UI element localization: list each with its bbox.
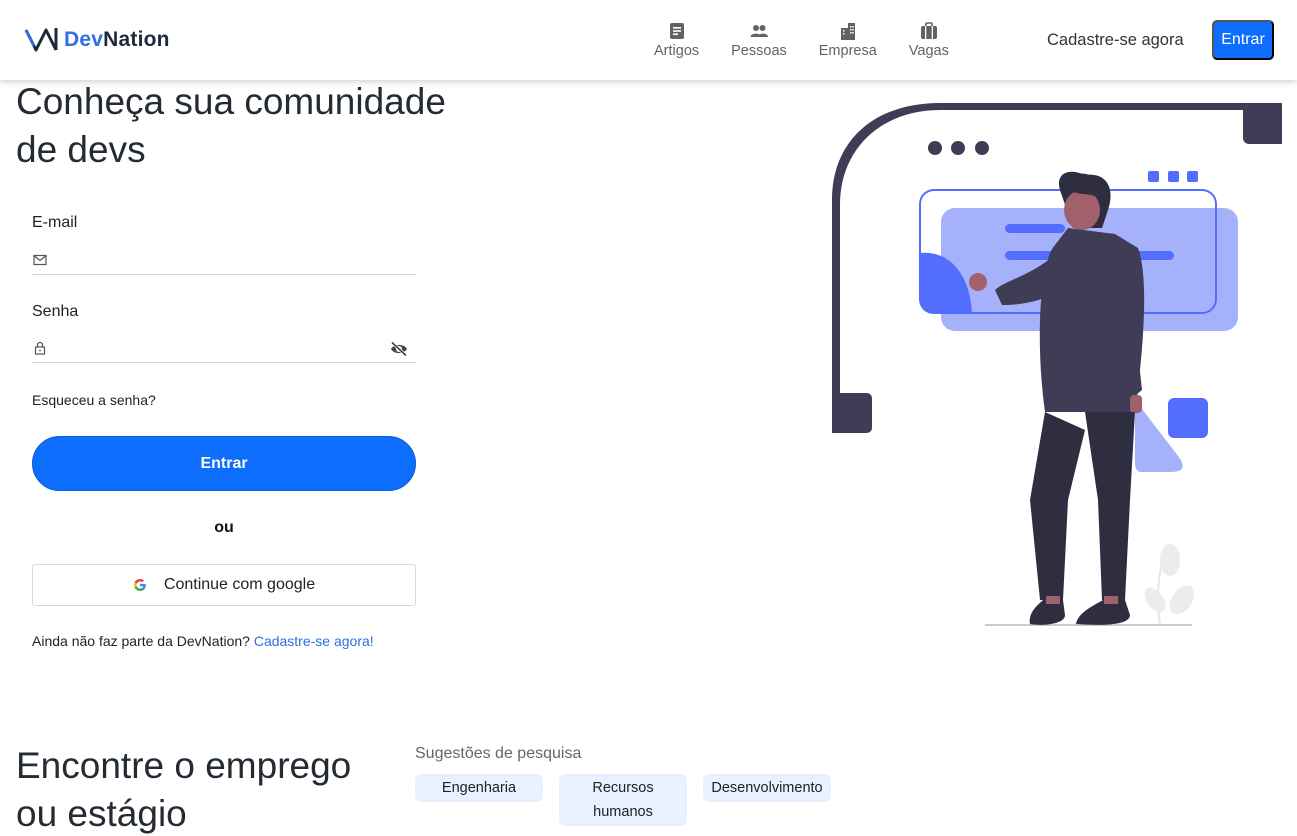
google-signin-button[interactable]: Continue com google bbox=[32, 564, 416, 606]
logo-text: DevNation bbox=[64, 28, 170, 52]
email-input[interactable] bbox=[56, 249, 396, 271]
header-login-button[interactable]: Entrar bbox=[1212, 20, 1274, 60]
password-input[interactable] bbox=[56, 337, 396, 359]
nav-label: Vagas bbox=[908, 43, 949, 59]
signup-prompt-text: Ainda não faz parte da DevNation? bbox=[32, 633, 250, 649]
or-divider: ou bbox=[214, 519, 234, 536]
logo-text-nation: Nation bbox=[103, 28, 170, 51]
devnation-logo[interactable]: DevNation bbox=[24, 24, 170, 56]
building-icon bbox=[840, 23, 855, 40]
envelope-icon bbox=[33, 254, 47, 266]
nav-label: Artigos bbox=[654, 43, 700, 59]
google-button-label: Continue com google bbox=[163, 576, 316, 593]
top-navbar: DevNation Artigos Pessoas Empresa Vagas … bbox=[0, 0, 1297, 80]
nav-item-pessoas[interactable]: Pessoas bbox=[731, 22, 787, 59]
logo-text-dev: Dev bbox=[64, 28, 104, 51]
suggestion-chip-recursos-humanos[interactable]: Recursos humanos bbox=[559, 774, 687, 826]
nav-item-artigos[interactable]: Artigos bbox=[654, 22, 699, 59]
login-submit-button[interactable]: Entrar bbox=[32, 436, 416, 491]
main-nav: Artigos Pessoas Empresa Vagas bbox=[640, 22, 981, 59]
devnation-logo-icon bbox=[24, 28, 58, 52]
header-signup-link[interactable]: Cadastre-se agora bbox=[1047, 31, 1184, 50]
eye-slash-icon[interactable] bbox=[390, 341, 408, 357]
email-label: E-mail bbox=[32, 214, 78, 231]
nav-item-vagas[interactable]: Vagas bbox=[909, 22, 949, 59]
people-icon bbox=[750, 25, 768, 37]
search-suggestions-title: Sugestões de pesquisa bbox=[415, 745, 582, 762]
forgot-password-link[interactable]: Esqueceu a senha? bbox=[32, 392, 156, 408]
section-jobs-title: Encontre o emprego ou estágio bbox=[16, 745, 352, 834]
nav-item-empresa[interactable]: Empresa bbox=[819, 22, 877, 59]
article-icon bbox=[669, 23, 684, 39]
hero-title: Conheça sua comunidade de devs bbox=[16, 81, 446, 170]
password-field-wrapper bbox=[32, 335, 416, 363]
signup-prompt: Ainda não faz parte da DevNation? Cadast… bbox=[32, 633, 374, 649]
suggestion-chip-engenharia[interactable]: Engenharia bbox=[415, 774, 543, 802]
briefcase-icon bbox=[920, 22, 937, 39]
google-icon bbox=[133, 579, 146, 591]
signup-link[interactable]: Cadastre-se agora! bbox=[254, 633, 374, 649]
developer-illustration bbox=[832, 103, 1282, 626]
nav-label: Empresa bbox=[818, 43, 877, 59]
password-label: Senha bbox=[32, 303, 79, 320]
lock-icon bbox=[34, 341, 46, 355]
nav-label: Pessoas bbox=[731, 43, 787, 59]
suggestion-chip-desenvolvimento[interactable]: Desenvolvimento bbox=[703, 774, 831, 802]
email-field-wrapper bbox=[32, 247, 416, 275]
